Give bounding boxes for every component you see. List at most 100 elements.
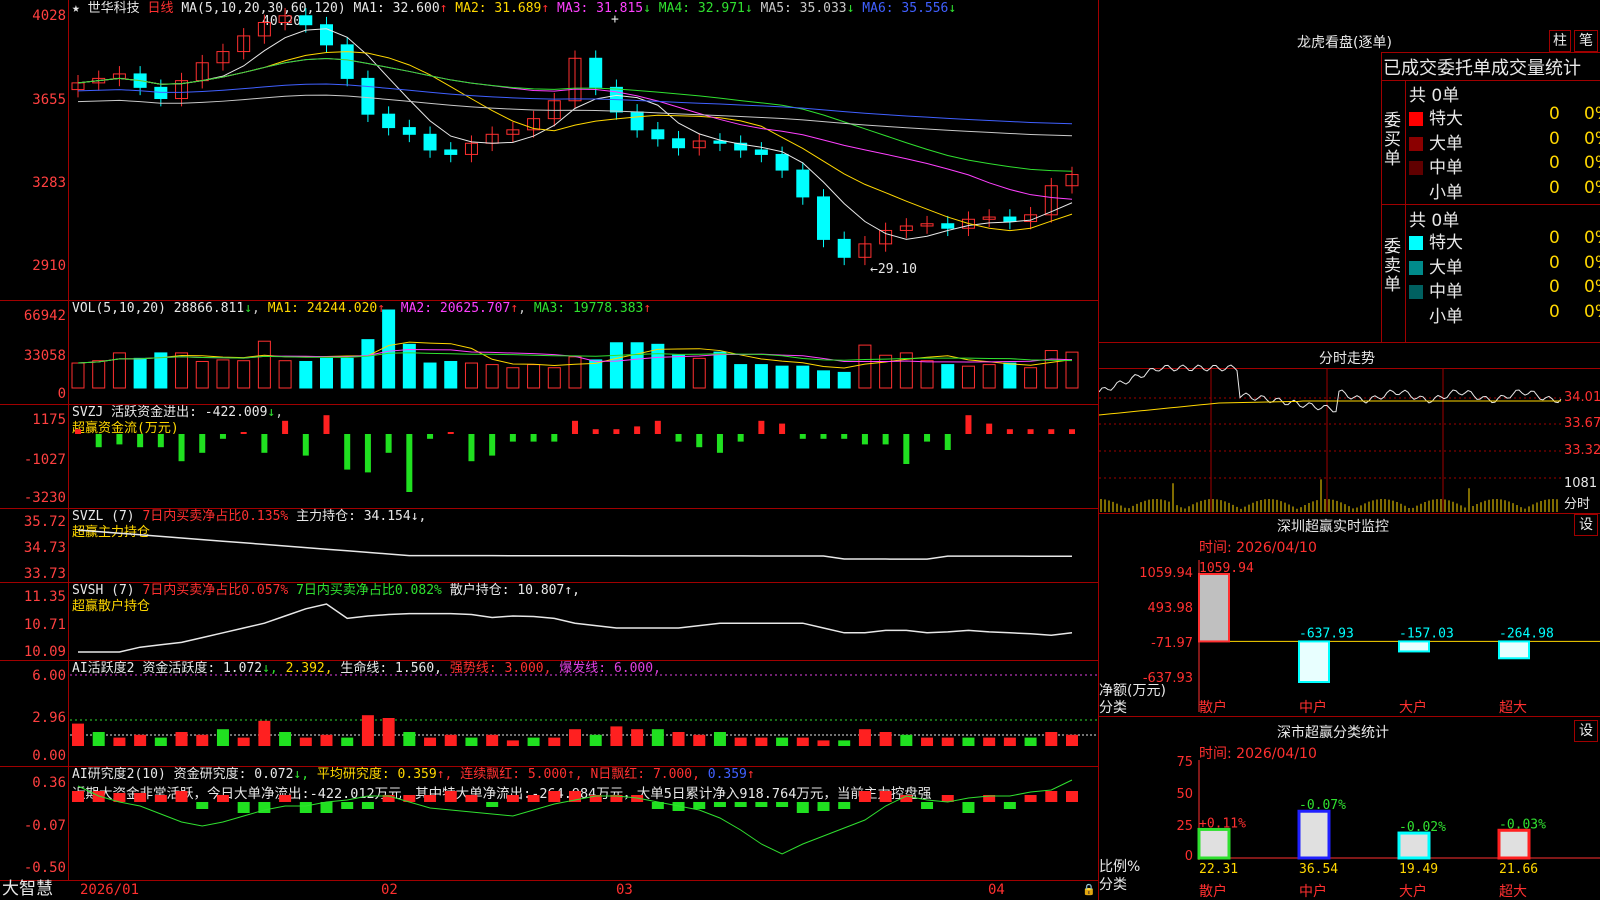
candlestick-chart[interactable] [0,0,1098,300]
candle [630,111,644,131]
research-bar [921,802,934,809]
activity-bar [1066,734,1078,746]
svzl-chart[interactable] [0,508,1098,582]
svzj-bar [613,429,620,434]
svzj-bar [116,434,123,445]
volume-chart[interactable] [0,300,1098,404]
svzj-bar [696,434,703,448]
classify-bar-1 [1197,827,1231,860]
research-bar [838,802,851,809]
svzj-bar [385,434,392,453]
research-bar [196,802,209,809]
svzj-bar [364,434,371,473]
svzj-bar [592,429,599,434]
activity-bar [424,737,437,746]
svzj-chart[interactable] [0,404,1098,508]
research-bar [341,802,354,809]
volume-bar [485,364,499,389]
svsh-line [78,603,1073,653]
svzl-pane[interactable]: SVZL (7) 7日内买卖净占比0.135% 主力持仓: 34.154↓, 超… [0,508,1098,583]
classify-delta-4: -0.03% [1499,817,1546,832]
activity-bar [403,732,416,746]
research-bar [237,802,250,813]
svzj-bar [634,426,641,434]
activity-bar [962,737,975,746]
activity-bar [776,737,789,746]
activity-bar [755,737,768,746]
volume-bar [1003,362,1017,389]
svzj-bar [924,434,931,442]
research-bar [713,802,726,807]
activity-bar [734,737,747,746]
svzj-bar [841,434,848,439]
activity-bar [651,729,664,746]
activity-bar [838,740,851,746]
ai-activity-chart[interactable] [0,660,1098,766]
volume-bar [361,339,375,389]
activity-bar [382,718,395,746]
activity-bar [548,737,561,746]
research-bar [320,802,333,813]
activity-bar [796,737,809,746]
classify-bar-chart[interactable]: +0.11% 22.31 散户 -0.07% 36.54 中户 -0.02% 19.49 大户 -… [1099,0,1600,900]
activity-bar [113,737,126,746]
main-chart-area[interactable]: ★ 世华科技 日线 MA(5,10,20,30,60,120) MA1: 32.… [0,0,1098,900]
activity-bar [941,737,954,746]
research-bar [486,802,499,807]
activity-bar [817,740,830,746]
research-bar [361,802,374,809]
candle [651,129,665,140]
volume-bar [692,357,706,389]
svzj-bar [572,420,578,434]
activity-bar [506,740,519,746]
candle [154,86,168,100]
classify-category-4: 超大 [1499,884,1527,900]
classify-value-4: 21.66 [1499,862,1538,877]
classify-category-3: 大户 [1399,883,1427,900]
volume-bar [506,367,520,389]
research-bar [134,793,147,802]
svzj-bar [882,434,889,445]
svzj-bar [716,434,723,453]
activity-bar [527,737,540,746]
volume-bar [112,352,126,389]
ai-research-chart[interactable] [0,766,1098,880]
research-bar [693,802,706,809]
svzj-bar [406,434,413,492]
research-bar [962,802,975,813]
price-pane[interactable]: ★ 世华科技 日线 MA(5,10,20,30,60,120) MA1: 32.… [0,0,1098,301]
svzj-pane[interactable]: SVZJ 活跃资金进出: -422.009↓, 超赢资金流(万元) 1175 -… [0,404,1098,509]
volume-bar [651,343,665,389]
volume-bar [423,362,437,389]
svzj-bar [219,434,226,439]
candle [320,24,333,46]
classify-value-2: 36.54 [1299,862,1338,877]
svsh-pane[interactable]: SVSH (7) 7日内买卖净占比0.057% 7日内买卖净占比0.082% 散… [0,582,1098,661]
svsh-chart[interactable] [0,582,1098,660]
ai-research-pane[interactable]: AI研究度2(10) 资金研究度: 0.072↓, 平均研究度: 0.359↑,… [0,766,1098,881]
svzj-bar [861,434,868,445]
volume-bar [589,359,603,389]
svzj-bar [489,434,496,456]
activity-bar [879,732,892,746]
activity-bar [713,732,726,746]
volume-bar [1044,350,1058,389]
svzj-bar [157,434,164,448]
research-bar [175,791,188,802]
candle [382,113,396,129]
right-panel: 龙虎看盘(逐单) 柱 笔 已成交委托单成交量统计 委买单 共 0单 特大00%大… [1099,0,1600,900]
volume-pane[interactable]: VOL(5,10,20) 28866.811↓, MA1: 24244.020↑… [0,300,1098,405]
svzj-bar [986,423,993,434]
volume-bar [837,371,851,389]
svzj-bar [675,434,682,442]
volume-bar [444,360,458,389]
candle [299,15,313,26]
volume-bar [133,357,147,389]
ai-activity-pane[interactable]: AI活跃度2 资金活跃度: 1.072↓, 2.392, 生命线: 1.560,… [0,660,1098,767]
svzj-bar [344,434,351,470]
lock-icon[interactable]: 🔒 [1082,882,1096,898]
activity-bar [92,732,105,746]
volume-bar [299,360,313,389]
candle [340,44,354,79]
research-bar [299,802,312,813]
